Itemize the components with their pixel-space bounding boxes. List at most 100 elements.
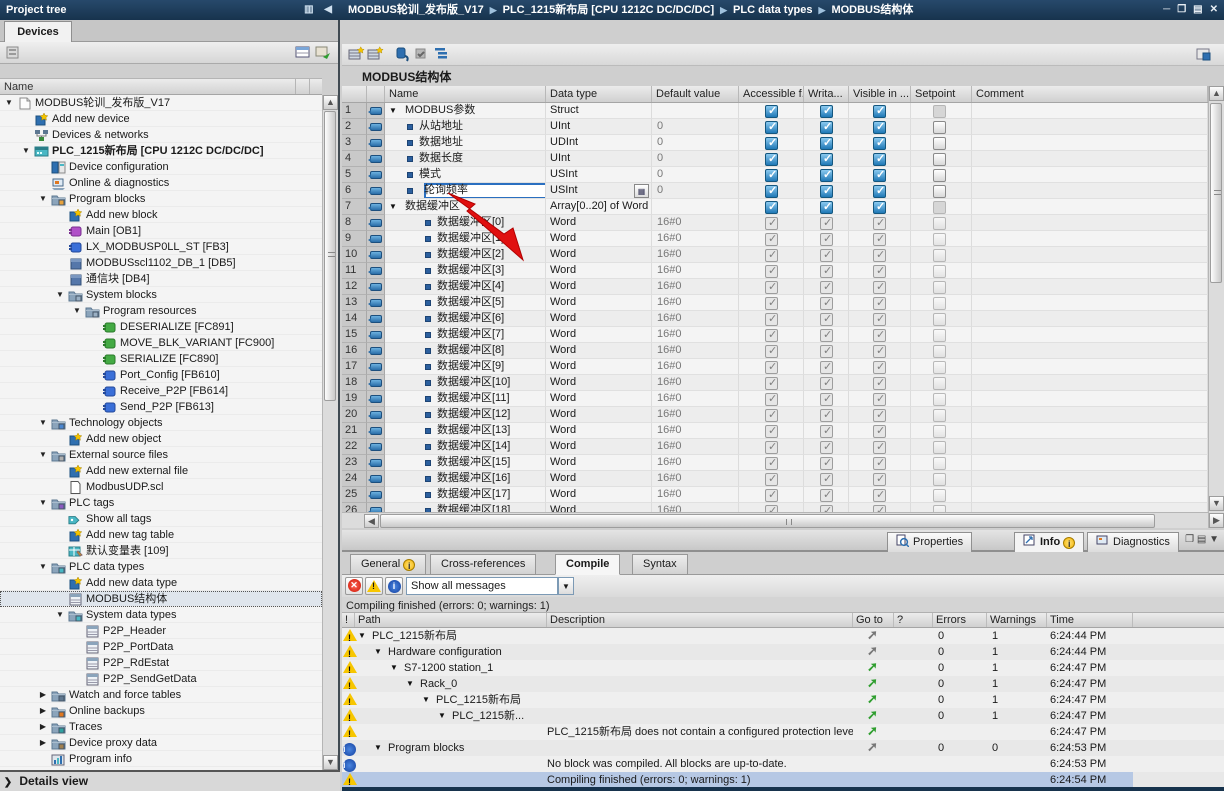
- member-comment-cell[interactable]: [972, 391, 1208, 407]
- member-default-cell[interactable]: 0: [652, 151, 739, 167]
- sidebar-item[interactable]: ▼System data types: [0, 607, 322, 623]
- accessible-checkbox[interactable]: [765, 409, 778, 422]
- twisty-right-icon[interactable]: ▶: [38, 687, 48, 703]
- sidebar-item[interactable]: Add new data type: [0, 575, 322, 591]
- column-header-datatype[interactable]: Data type: [546, 86, 652, 102]
- member-comment-cell[interactable]: [972, 407, 1208, 423]
- member-name-cell[interactable]: 数据缓冲区[12]: [385, 407, 546, 423]
- setpoint-checkbox[interactable]: [933, 393, 946, 406]
- setpoint-checkbox[interactable]: [933, 249, 946, 262]
- visible-checkbox[interactable]: [873, 105, 886, 118]
- breadcrumb-segment[interactable]: PLC_1215新布局 [CPU 1212C DC/DC/DC]: [503, 4, 715, 16]
- member-comment-cell[interactable]: [972, 503, 1208, 512]
- table-view-icon[interactable]: [295, 45, 311, 61]
- expand-members-icon[interactable]: [433, 46, 449, 62]
- twisty-down-icon[interactable]: ▼: [4, 95, 14, 111]
- visible-checkbox[interactable]: [873, 297, 886, 310]
- member-comment-cell[interactable]: [972, 375, 1208, 391]
- setpoint-checkbox[interactable]: [933, 233, 946, 246]
- message-column-header[interactable]: Warnings: [987, 613, 1047, 627]
- visible-checkbox[interactable]: [873, 457, 886, 470]
- twisty-down-icon[interactable]: ▼: [38, 191, 48, 207]
- accessible-checkbox[interactable]: [765, 185, 778, 198]
- sidebar-item[interactable]: P2P_SendGetData: [0, 671, 322, 687]
- member-comment-cell[interactable]: [972, 103, 1208, 119]
- chevron-down-icon[interactable]: ▼: [558, 577, 574, 595]
- member-default-cell[interactable]: 0: [652, 183, 739, 199]
- maximize-icon[interactable]: ▤: [1193, 4, 1202, 15]
- accessible-checkbox[interactable]: [765, 153, 778, 166]
- goto-arrow-icon[interactable]: ➚: [867, 740, 878, 756]
- visible-checkbox[interactable]: [873, 441, 886, 454]
- member-comment-cell[interactable]: [972, 183, 1208, 199]
- member-name-cell[interactable]: 数据缓冲区[16]: [385, 471, 546, 487]
- sidebar-item[interactable]: ▼MODBUS轮训_发布版_V17: [0, 95, 322, 111]
- sidebar-item[interactable]: MOVE_BLK_VARIANT [FC900]: [0, 335, 322, 351]
- writable-checkbox[interactable]: [820, 505, 833, 512]
- visible-checkbox[interactable]: [873, 505, 886, 512]
- split-editor-icon[interactable]: [1196, 47, 1212, 63]
- member-datatype-cell[interactable]: Word: [546, 311, 652, 327]
- member-default-cell[interactable]: 16#0: [652, 311, 739, 327]
- sidebar-item[interactable]: ▼Program blocks: [0, 191, 322, 207]
- member-default-cell[interactable]: 16#0: [652, 279, 739, 295]
- member-comment-cell[interactable]: [972, 199, 1208, 215]
- sidebar-item[interactable]: LX_MODBUSP0LL_ST [FB3]: [0, 239, 322, 255]
- writable-checkbox[interactable]: [820, 249, 833, 262]
- setpoint-checkbox[interactable]: [933, 297, 946, 310]
- visible-checkbox[interactable]: [873, 345, 886, 358]
- sidebar-item[interactable]: Add new tag table: [0, 527, 322, 543]
- table-row[interactable]: 9数据缓冲区[1]Word16#0: [342, 231, 1208, 247]
- accessible-checkbox[interactable]: [765, 281, 778, 294]
- scroll-up-icon[interactable]: ▲: [1209, 86, 1224, 101]
- writable-checkbox[interactable]: [820, 185, 833, 198]
- member-default-cell[interactable]: 16#0: [652, 391, 739, 407]
- member-datatype-cell[interactable]: Word: [546, 295, 652, 311]
- accessible-checkbox[interactable]: [765, 249, 778, 262]
- scroll-up-icon[interactable]: ▲: [323, 95, 338, 110]
- accessible-checkbox[interactable]: [765, 425, 778, 438]
- sidebar-item[interactable]: Add new block: [0, 207, 322, 223]
- writable-checkbox[interactable]: [820, 153, 833, 166]
- member-default-cell[interactable]: 16#0: [652, 439, 739, 455]
- member-comment-cell[interactable]: [972, 487, 1208, 503]
- message-row[interactable]: ▼PLC_1215新布局➚016:24:47 PM: [342, 692, 1224, 708]
- member-default-cell[interactable]: 16#0: [652, 295, 739, 311]
- member-default-cell[interactable]: 16#0: [652, 375, 739, 391]
- member-name-cell[interactable]: 从站地址: [385, 119, 546, 135]
- member-datatype-cell[interactable]: Word: [546, 327, 652, 343]
- message-column-header[interactable]: Go to: [853, 613, 894, 627]
- member-comment-cell[interactable]: [972, 295, 1208, 311]
- sidebar-item[interactable]: P2P_Header: [0, 623, 322, 639]
- writable-checkbox[interactable]: [820, 329, 833, 342]
- table-row[interactable]: 5模式USInt0: [342, 167, 1208, 183]
- table-row[interactable]: 25数据缓冲区[17]Word16#0: [342, 487, 1208, 503]
- member-comment-cell[interactable]: [972, 119, 1208, 135]
- member-comment-cell[interactable]: [972, 343, 1208, 359]
- twisty-down-icon[interactable]: ▼: [358, 628, 366, 644]
- writable-checkbox[interactable]: [820, 457, 833, 470]
- setpoint-checkbox[interactable]: [933, 345, 946, 358]
- visible-checkbox[interactable]: [873, 393, 886, 406]
- member-datatype-cell[interactable]: USInt▦: [546, 183, 652, 199]
- visible-checkbox[interactable]: [873, 153, 886, 166]
- message-row[interactable]: i▼Program blocks➚006:24:53 PM: [342, 740, 1224, 756]
- breadcrumb-segment[interactable]: MODBUS结构体: [831, 4, 913, 16]
- subtab-compile[interactable]: Compile: [555, 554, 620, 575]
- subtab-syntax[interactable]: Syntax: [632, 554, 688, 575]
- member-datatype-cell[interactable]: Word: [546, 279, 652, 295]
- member-default-cell[interactable]: 16#0: [652, 359, 739, 375]
- writable-checkbox[interactable]: [820, 489, 833, 502]
- table-row[interactable]: 14数据缓冲区[6]Word16#0: [342, 311, 1208, 327]
- writable-checkbox[interactable]: [820, 265, 833, 278]
- member-comment-cell[interactable]: [972, 455, 1208, 471]
- column-header-defaultvalue[interactable]: Default value: [652, 86, 739, 102]
- member-name-edit-field[interactable]: 轮询频率: [424, 183, 546, 199]
- member-default-cell[interactable]: 16#0: [652, 423, 739, 439]
- member-datatype-cell[interactable]: USInt: [546, 167, 652, 183]
- member-name-cell[interactable]: 数据缓冲区[2]: [385, 247, 546, 263]
- member-default-cell[interactable]: 16#0: [652, 455, 739, 471]
- member-name-cell[interactable]: 数据缓冲区[9]: [385, 359, 546, 375]
- member-name-cell[interactable]: 数据缓冲区[0]: [385, 215, 546, 231]
- sidebar-item[interactable]: Online & diagnostics: [0, 175, 322, 191]
